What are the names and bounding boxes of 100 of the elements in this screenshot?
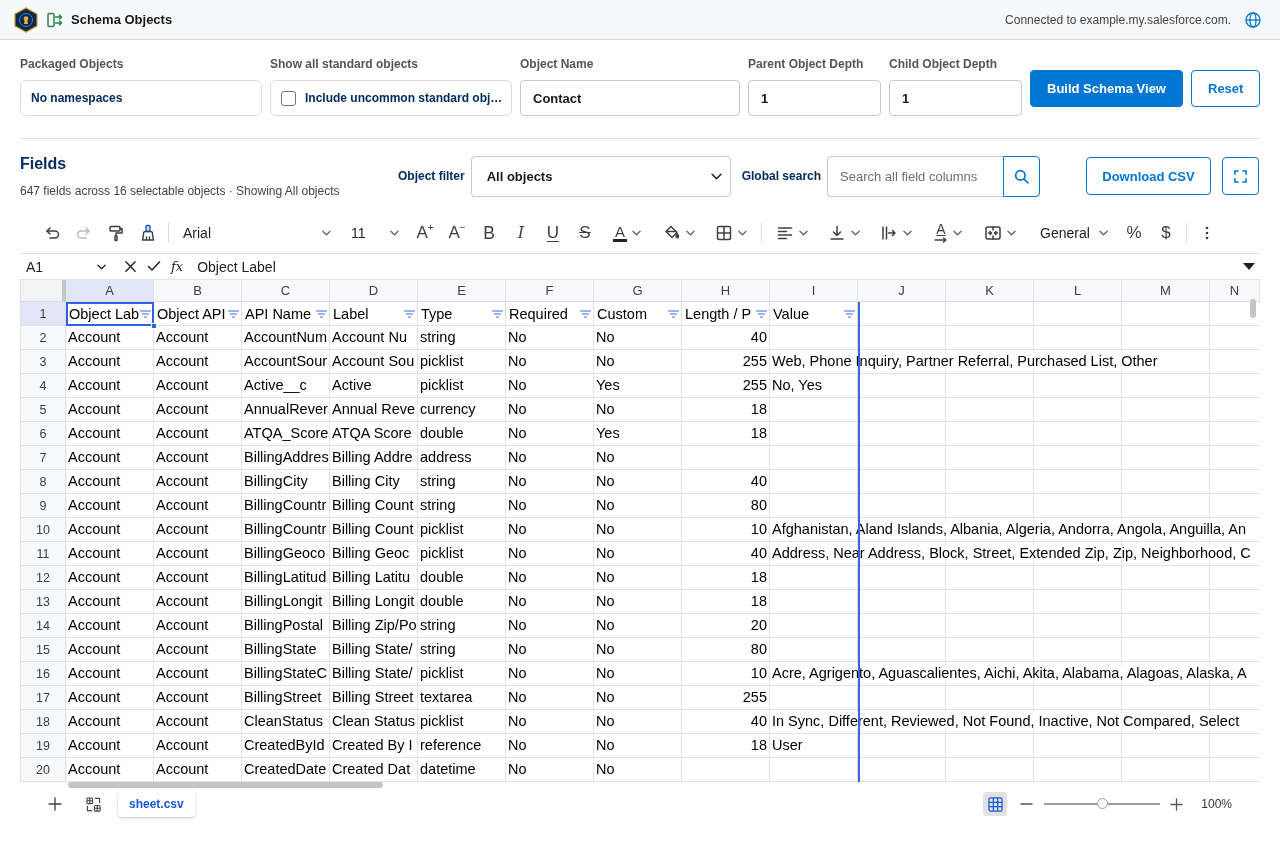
row-number[interactable]: 7 <box>20 446 66 470</box>
font-grow-button[interactable]: A$^{+}$ <box>411 219 439 247</box>
column-header[interactable]: F <box>506 280 594 302</box>
grid-view-button[interactable] <box>983 792 1008 816</box>
underline-button[interactable]: U <box>539 219 567 247</box>
text-color-button[interactable]: A <box>603 219 651 247</box>
table-cell-text: Yes <box>595 376 621 395</box>
search-label: Global search <box>741 169 822 183</box>
format-button[interactable]: % <box>1120 219 1148 247</box>
scrollbar-thumb[interactable] <box>68 782 383 788</box>
cross-icon[interactable] <box>124 260 137 273</box>
slider-thumb[interactable] <box>1097 798 1109 809</box>
table-cell-text: Account <box>67 328 122 347</box>
sheet-tab[interactable]: sheet.csv <box>118 791 195 817</box>
page-title: Schema Objects <box>71 12 173 27</box>
column-header[interactable]: B <box>154 280 242 302</box>
table-cell-text: Billing City <box>331 472 401 491</box>
table-cell-text: Billing Count <box>331 496 415 515</box>
column-header[interactable]: N <box>1210 280 1260 302</box>
table-cell-text: No <box>507 616 528 635</box>
row-number[interactable]: 2 <box>20 326 66 350</box>
table-cell-text: Account <box>67 760 122 779</box>
formula-input[interactable]: Object Label <box>197 258 276 275</box>
column-header[interactable]: L <box>1034 280 1122 302</box>
row-number[interactable]: 11 <box>20 542 66 566</box>
table-cell-text: No <box>595 592 616 611</box>
check-icon[interactable] <box>147 261 161 272</box>
row-number[interactable]: 14 <box>20 614 66 638</box>
table-cell-text: ATQA Score <box>331 424 413 443</box>
fullscreen-button[interactable] <box>1222 157 1259 195</box>
table-cell-text: Account <box>155 640 210 659</box>
column-header[interactable]: A <box>66 280 154 302</box>
row-number[interactable]: 4 <box>20 374 66 398</box>
download-csv-button[interactable]: Download CSV <box>1086 157 1211 195</box>
table-cell-text: CreatedDate <box>243 760 328 779</box>
column-title: Required <box>509 304 568 324</box>
table-cell-text: 255 <box>741 376 768 395</box>
column-header[interactable]: G <box>594 280 682 302</box>
zoom-reading: 100% <box>1201 797 1232 811</box>
column-header[interactable]: H <box>682 280 770 302</box>
format-button[interactable]: $ <box>1152 219 1180 247</box>
build-schema-button[interactable]: Build Schema View <box>1030 69 1183 107</box>
row-number[interactable]: 16 <box>20 662 66 686</box>
minus-icon[interactable] <box>1020 803 1034 805</box>
checkbox[interactable] <box>281 90 296 106</box>
plus-icon[interactable] <box>1170 797 1184 811</box>
object-filter-select[interactable]: All objects <box>470 155 731 197</box>
column-title: Type <box>421 304 453 324</box>
rotate-button[interactable]: A <box>924 219 972 247</box>
column-header[interactable]: C <box>242 280 330 302</box>
table-cell-text: Account <box>155 760 210 779</box>
table-cell-text: No <box>507 520 528 539</box>
bold-button[interactable]: B <box>475 219 503 247</box>
table-cell-text: Account <box>155 592 210 611</box>
row-number[interactable]: 1 <box>20 302 66 326</box>
column-header[interactable]: M <box>1122 280 1210 302</box>
row-number[interactable]: 6 <box>20 422 66 446</box>
column-header[interactable]: I <box>770 280 858 302</box>
font-dropdown[interactable]: Arial <box>175 219 339 247</box>
reset-button[interactable]: Reset <box>1191 69 1260 107</box>
object-name-input[interactable]: Contact <box>520 80 740 116</box>
table-cell-text: Account <box>155 664 210 683</box>
row-number[interactable]: 17 <box>20 686 66 710</box>
column-header[interactable]: E <box>418 280 506 302</box>
search-field[interactable]: Search all field columns <box>827 155 1004 197</box>
parent-depth-input[interactable]: 1 <box>748 80 881 116</box>
checkbox-label[interactable]: Include uncommon standard obj… <box>305 91 503 105</box>
table-cell-text: 18 <box>749 568 768 587</box>
namespace-select[interactable]: No namespaces <box>20 80 262 116</box>
row-number[interactable]: 13 <box>20 590 66 614</box>
arrow-icon <box>934 237 948 243</box>
number-format-dropdown[interactable]: General <box>1032 219 1116 247</box>
row-number[interactable]: 10 <box>20 518 66 542</box>
scrollbar-thumb[interactable] <box>1250 299 1256 318</box>
row-number[interactable]: 18 <box>20 710 66 734</box>
row-number[interactable]: 8 <box>20 470 66 494</box>
table-cell-text: No <box>595 400 616 419</box>
child-depth-input[interactable]: 1 <box>889 80 1022 116</box>
column-header[interactable]: K <box>946 280 1034 302</box>
table-cell-text: 40 <box>749 544 768 563</box>
row-number[interactable]: 3 <box>20 350 66 374</box>
triangle-down-icon[interactable] <box>1243 263 1255 270</box>
search-button[interactable] <box>1003 155 1041 197</box>
table-cell-text: CreatedById <box>243 736 326 755</box>
row-number[interactable]: 5 <box>20 398 66 422</box>
row-number[interactable]: 15 <box>20 638 66 662</box>
row-number[interactable]: 9 <box>20 494 66 518</box>
font-shrink-button[interactable]: A$^{−}$ <box>443 219 471 247</box>
fill-handle[interactable] <box>151 323 157 329</box>
row-number[interactable]: 19 <box>20 734 66 758</box>
font-size-dropdown[interactable]: 11 <box>343 219 407 247</box>
globe-icon[interactable] <box>1245 11 1261 28</box>
row-number[interactable]: 12 <box>20 566 66 590</box>
row-number[interactable]: 20 <box>20 758 66 782</box>
column-header[interactable]: D <box>330 280 418 302</box>
table-cell-text: string <box>419 328 457 347</box>
cell-name-box[interactable]: A1 <box>20 254 112 279</box>
italic-button[interactable]: I <box>507 219 535 247</box>
strikethrough-button[interactable]: S <box>571 219 599 247</box>
table-cell-text: Account <box>67 496 122 515</box>
